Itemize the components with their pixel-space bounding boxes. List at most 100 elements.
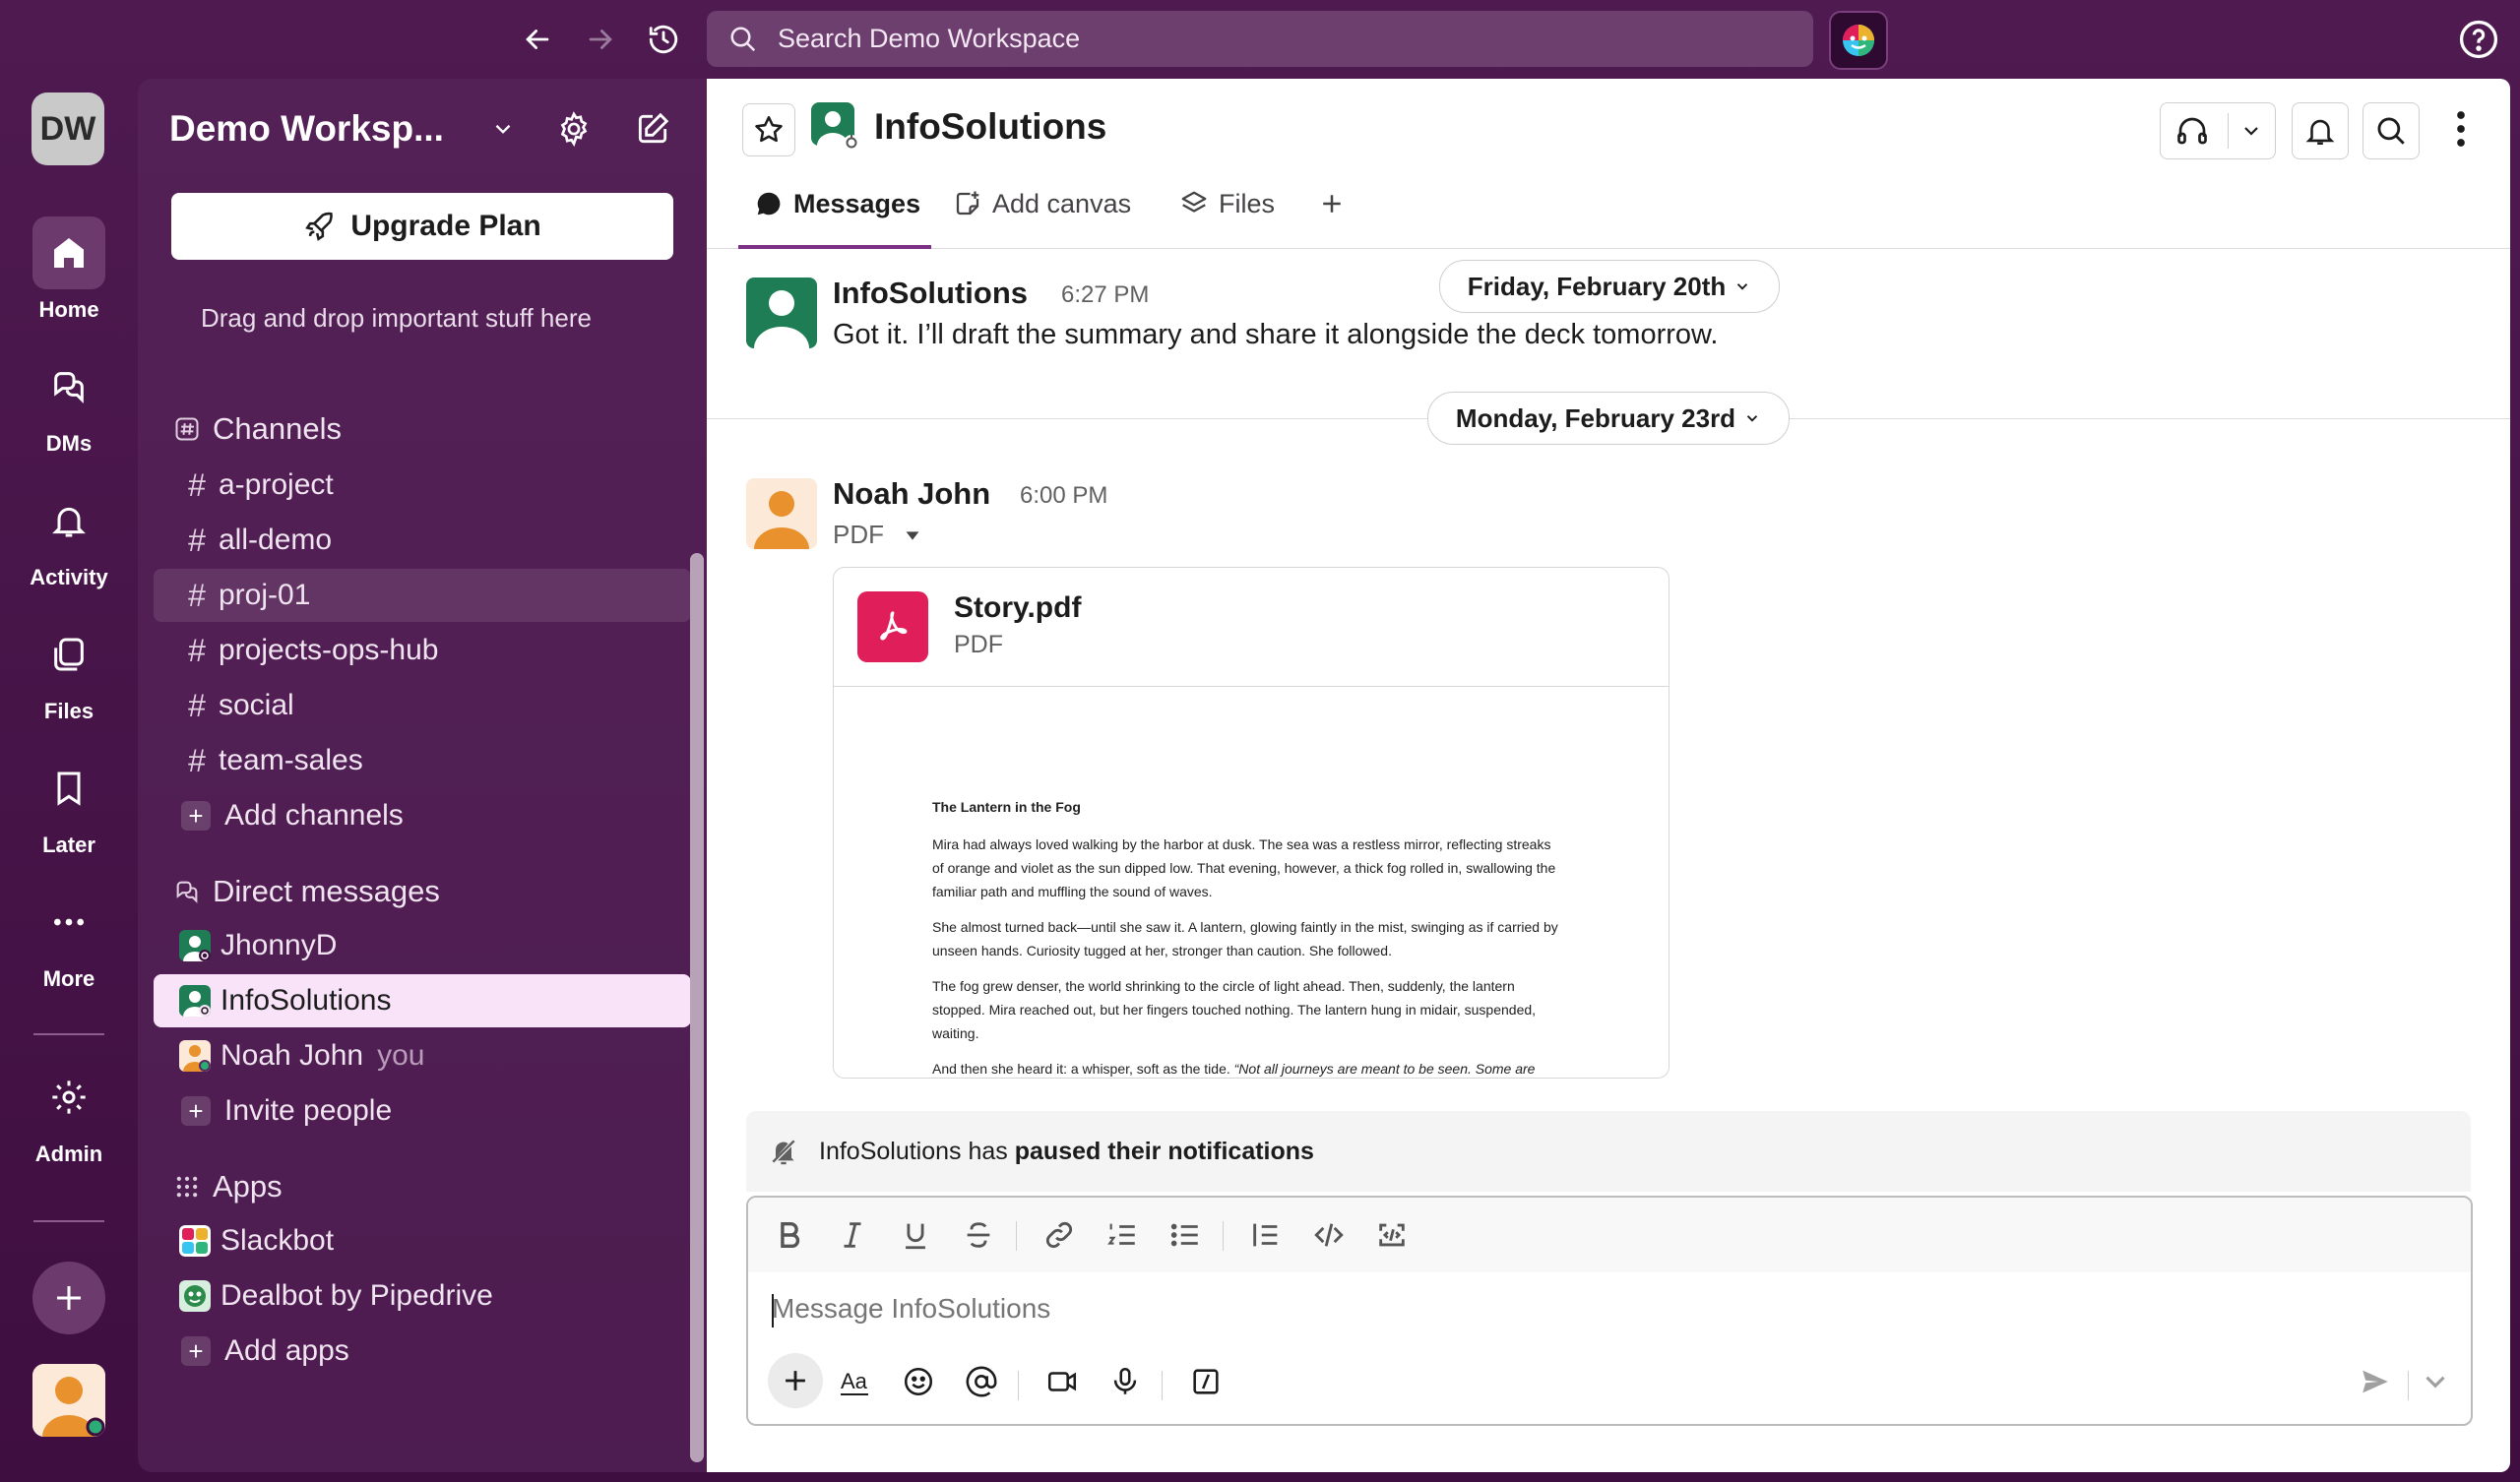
- arrow-left-icon: [526, 30, 549, 49]
- star-button[interactable]: [742, 103, 795, 156]
- ai-assistant-button[interactable]: [1829, 11, 1888, 70]
- tab-add-canvas[interactable]: Add canvas: [953, 175, 1131, 232]
- user-avatar-button[interactable]: [32, 1364, 105, 1437]
- user-avatar-icon: [32, 1364, 105, 1437]
- rail-more[interactable]: More: [0, 886, 138, 992]
- rail-files[interactable]: Files: [0, 618, 138, 724]
- channel-title[interactable]: InfoSolutions: [874, 106, 1106, 148]
- date-divider-button[interactable]: Friday, February 20th: [1439, 260, 1780, 313]
- message-time[interactable]: 6:00 PM: [1020, 482, 1107, 510]
- search-icon: [730, 27, 756, 51]
- dm-item[interactable]: JhonnyD: [154, 919, 691, 972]
- rail-home[interactable]: Home: [0, 216, 138, 323]
- video-clip-button[interactable]: [1038, 1357, 1087, 1406]
- pdf-paragraph: The fog grew denser, the world shrinking…: [932, 978, 1537, 1041]
- headphones-icon[interactable]: [2174, 113, 2210, 149]
- emoji-button[interactable]: [894, 1357, 943, 1406]
- apps-section-header[interactable]: Apps: [173, 1169, 283, 1204]
- tab-messages[interactable]: Messages: [754, 175, 920, 232]
- audio-clip-button[interactable]: [1101, 1357, 1150, 1406]
- blockquote-button[interactable]: [1244, 1213, 1288, 1257]
- rail-label: Later: [42, 833, 95, 857]
- italic-button[interactable]: [831, 1213, 874, 1257]
- create-new-button[interactable]: [32, 1262, 105, 1334]
- forward-button[interactable]: [579, 18, 622, 61]
- add-channels-button[interactable]: + Add channels: [154, 789, 691, 842]
- schedule-send-button[interactable]: [2416, 1357, 2455, 1406]
- more-options-button[interactable]: [2451, 108, 2471, 150]
- app-item[interactable]: Slackbot: [154, 1214, 691, 1267]
- bullet-list-button[interactable]: [1164, 1213, 1207, 1257]
- strikethrough-button[interactable]: [957, 1213, 1000, 1257]
- toolbar-separator: [1016, 1221, 1017, 1251]
- message-composer: Aa: [746, 1196, 2473, 1426]
- chevron-down-icon[interactable]: [490, 116, 516, 142]
- upgrade-plan-button[interactable]: Upgrade Plan: [171, 193, 673, 260]
- channel-item[interactable]: # proj-01: [154, 569, 691, 622]
- rail-admin[interactable]: Admin: [0, 1061, 138, 1167]
- compose-icon[interactable]: [634, 110, 671, 148]
- bold-button[interactable]: [768, 1213, 811, 1257]
- message-author-avatar[interactable]: [746, 278, 817, 348]
- file-collapse-toggle[interactable]: PDF: [833, 520, 923, 550]
- channel-item[interactable]: # social: [154, 679, 691, 732]
- channel-item[interactable]: # all-demo: [154, 514, 691, 567]
- file-name[interactable]: Story.pdf: [954, 591, 1081, 625]
- channel-name: a-project: [219, 468, 334, 501]
- message-input[interactable]: [770, 1292, 2250, 1326]
- message-time[interactable]: 6:27 PM: [1061, 281, 1149, 309]
- rail-activity[interactable]: Activity: [0, 484, 138, 590]
- dm-section-header[interactable]: Direct messages: [173, 874, 440, 909]
- app-item[interactable]: Dealbot by Pipedrive: [154, 1269, 691, 1323]
- channel-name: social: [219, 689, 294, 721]
- rail-later[interactable]: Later: [0, 752, 138, 858]
- workspace-avatar[interactable]: DW: [32, 93, 104, 165]
- upgrade-plan-label: Upgrade Plan: [350, 210, 541, 242]
- file-type-label: PDF: [833, 520, 884, 549]
- send-button[interactable]: [2351, 1357, 2400, 1406]
- chevron-down-icon[interactable]: [2239, 119, 2263, 143]
- code-button[interactable]: [1307, 1213, 1351, 1257]
- bell-off-icon: [772, 1140, 795, 1165]
- date-divider-button[interactable]: Monday, February 23rd: [1427, 392, 1790, 445]
- code-block-button[interactable]: [1370, 1213, 1414, 1257]
- ordered-list-button[interactable]: [1101, 1213, 1144, 1257]
- channel-item[interactable]: # projects-ops-hub: [154, 624, 691, 677]
- formatting-toggle-button[interactable]: Aa: [831, 1357, 880, 1406]
- channels-section-header[interactable]: Channels: [173, 411, 342, 447]
- channel-item[interactable]: # a-project: [154, 459, 691, 512]
- invite-people-button[interactable]: + Invite people: [154, 1084, 691, 1138]
- rail-dms[interactable]: DMs: [0, 350, 138, 457]
- mention-button[interactable]: [957, 1357, 1006, 1406]
- channel-item[interactable]: # team-sales: [154, 734, 691, 787]
- shortcuts-button[interactable]: [1181, 1357, 1230, 1406]
- tab-files[interactable]: Files: [1179, 175, 1275, 232]
- notifications-button[interactable]: [2292, 102, 2349, 159]
- gear-icon[interactable]: [555, 110, 593, 148]
- link-button[interactable]: [1038, 1213, 1081, 1257]
- hash-icon: #: [188, 687, 206, 723]
- dm-item[interactable]: InfoSolutions: [154, 974, 691, 1027]
- pdf-paragraph: She almost turned back—until she saw it.…: [932, 919, 1558, 958]
- sidebar-scrollbar[interactable]: [690, 553, 704, 1462]
- message-author-avatar[interactable]: [746, 478, 817, 549]
- rail-more-icon-box: [32, 886, 105, 958]
- add-tab-button[interactable]: [1317, 175, 1356, 232]
- file-attachment[interactable]: Story.pdf PDF The Lantern in the Fog Mir…: [833, 567, 1670, 1079]
- attach-button[interactable]: [768, 1353, 823, 1408]
- date-label: Friday, February 20th: [1467, 271, 1727, 301]
- dm-item[interactable]: Noah John you: [154, 1029, 691, 1082]
- underline-button[interactable]: [894, 1213, 937, 1257]
- pdf-preview[interactable]: The Lantern in the Fog Mira had always l…: [834, 687, 1669, 1078]
- pdf-icon: [857, 591, 928, 662]
- workspace-name[interactable]: Demo Worksp...: [169, 108, 444, 150]
- back-button[interactable]: [516, 18, 559, 61]
- add-apps-button[interactable]: + Add apps: [154, 1325, 691, 1378]
- rail-label: Files: [43, 699, 94, 723]
- help-button[interactable]: [2457, 18, 2500, 61]
- search-bar[interactable]: Search Demo Workspace: [707, 11, 1813, 67]
- message-author[interactable]: InfoSolutions: [833, 276, 1028, 311]
- message-author[interactable]: Noah John: [833, 476, 990, 512]
- channel-search-button[interactable]: [2362, 102, 2420, 159]
- history-button[interactable]: [642, 18, 685, 61]
